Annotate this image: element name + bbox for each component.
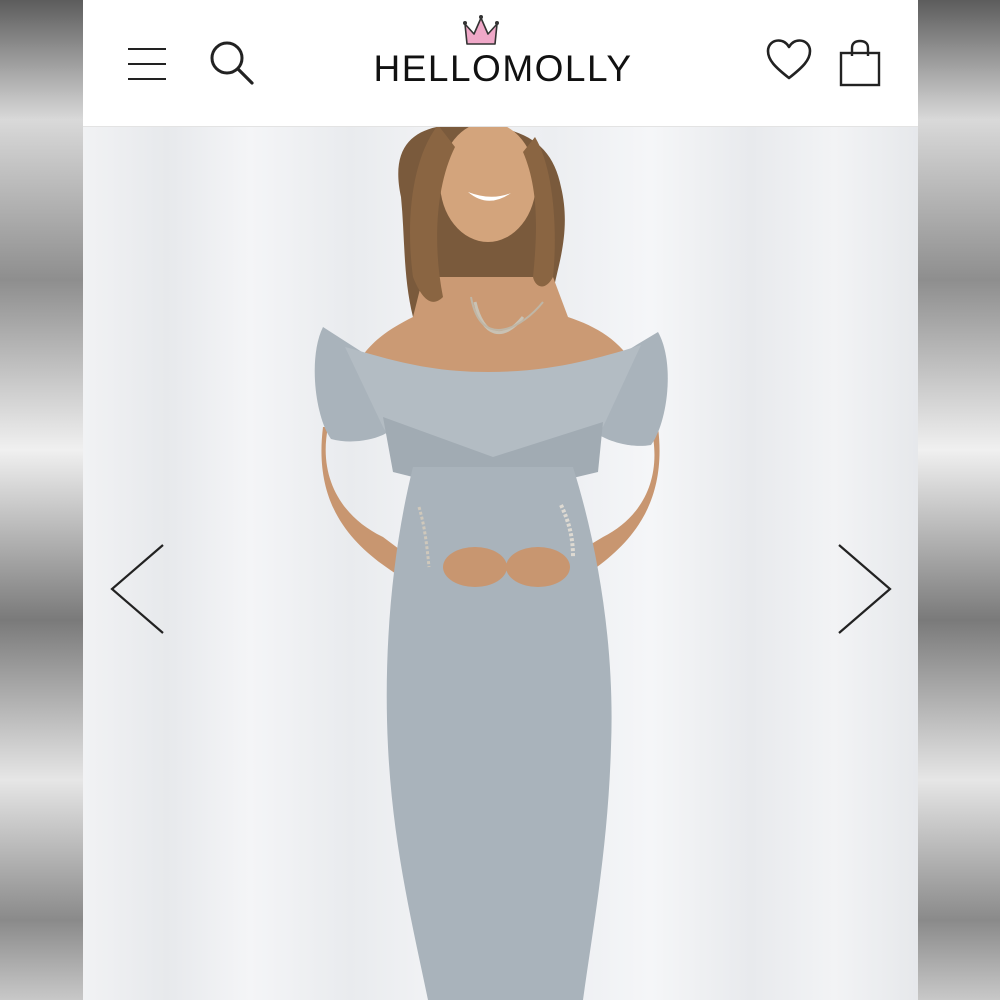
right-backdrop (918, 0, 1000, 1000)
site-header: HELLOMOLLY (83, 0, 918, 127)
crown-icon (463, 15, 499, 45)
chevron-left-icon (110, 544, 164, 634)
model-figure (314, 127, 668, 1000)
left-backdrop (0, 0, 83, 1000)
chevron-right-icon (838, 544, 892, 634)
cart-button[interactable] (835, 36, 885, 90)
product-image (83, 127, 918, 1000)
screen: HELLOMOLLY (83, 0, 918, 1000)
shopping-bag-icon (839, 39, 881, 87)
brand-logo[interactable]: HELLOMOLLY (353, 14, 653, 94)
search-button[interactable] (205, 36, 257, 88)
next-image-button[interactable] (829, 539, 899, 639)
wishlist-button[interactable] (763, 34, 815, 86)
brand-name: HELLOMOLLY (373, 48, 633, 89)
heart-icon (766, 39, 812, 80)
search-icon (210, 41, 254, 85)
menu-button[interactable] (123, 40, 171, 88)
menu-icon (128, 48, 166, 80)
previous-image-button[interactable] (103, 539, 173, 639)
